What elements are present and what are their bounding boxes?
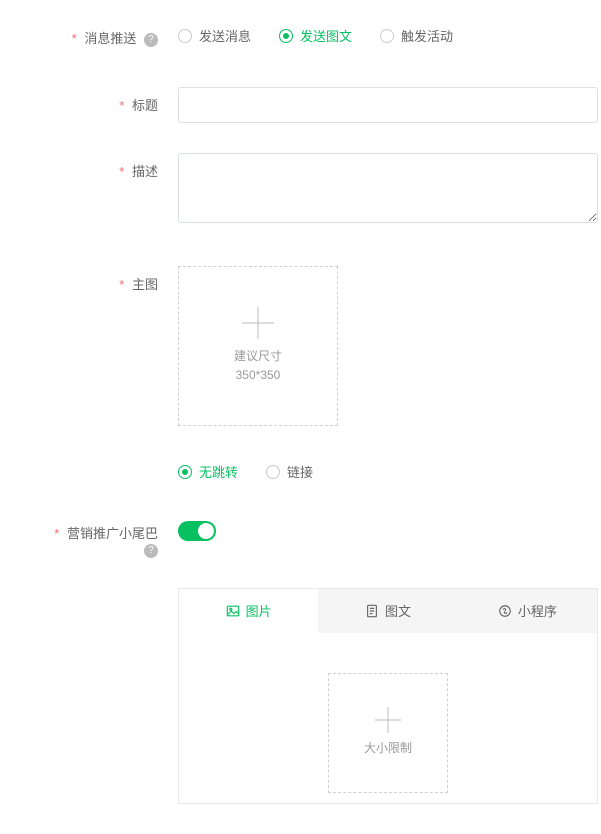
radio-send-message[interactable]: 发送消息 [178, 26, 251, 45]
title-label: 标题 [40, 87, 178, 114]
miniprogram-icon [498, 604, 512, 618]
title-row: 标题 [40, 87, 601, 123]
push-radio-group: 发送消息 发送图文 触发活动 [178, 26, 601, 45]
help-icon[interactable]: ? [144, 544, 158, 558]
message-push-label: 消息推送 ? [40, 20, 178, 47]
article-icon [365, 604, 379, 618]
tail-tabs-row: 图片 图文 小程序 [40, 588, 601, 804]
main-image-row: 主图 建议尺寸 350*350 [40, 266, 601, 426]
title-input[interactable] [178, 87, 598, 123]
plus-icon [242, 307, 274, 339]
main-image-upload[interactable]: 建议尺寸 350*350 [178, 266, 338, 426]
main-image-label: 主图 [40, 266, 178, 293]
radio-link[interactable]: 链接 [266, 462, 313, 481]
desc-row: 描述 [40, 153, 601, 226]
tabs-label-spacer [40, 588, 178, 596]
help-icon[interactable]: ? [144, 33, 158, 47]
tail-label: 营销推广小尾巴 ? [40, 521, 178, 558]
tail-switch[interactable] [178, 521, 216, 541]
plus-icon [375, 707, 401, 733]
switch-knob [198, 523, 214, 539]
tail-upload-hint: 大小限制 [364, 739, 412, 758]
tab-image[interactable]: 图片 [179, 589, 318, 633]
radio-send-image-text[interactable]: 发送图文 [279, 26, 352, 45]
desc-textarea[interactable] [178, 153, 598, 223]
tab-article[interactable]: 图文 [318, 589, 457, 633]
radio-trigger-activity[interactable]: 触发活动 [380, 26, 453, 45]
upload-hint: 建议尺寸 350*350 [234, 347, 282, 385]
tab-body: 大小限制 [179, 633, 597, 803]
desc-label: 描述 [40, 153, 178, 180]
jump-row: 无跳转 链接 [40, 456, 601, 481]
jump-label-spacer [40, 456, 178, 464]
tail-image-upload[interactable]: 大小限制 [328, 673, 448, 793]
image-icon [226, 604, 240, 618]
tabs-bar: 图片 图文 小程序 [179, 589, 597, 633]
message-push-row: 消息推送 ? 发送消息 发送图文 触发活动 [40, 20, 601, 47]
tabs-container: 图片 图文 小程序 [178, 588, 598, 804]
tail-row: 营销推广小尾巴 ? [40, 521, 601, 558]
radio-no-jump[interactable]: 无跳转 [178, 462, 238, 481]
tab-miniprogram[interactable]: 小程序 [458, 589, 597, 633]
jump-radio-group: 无跳转 链接 [178, 462, 601, 481]
